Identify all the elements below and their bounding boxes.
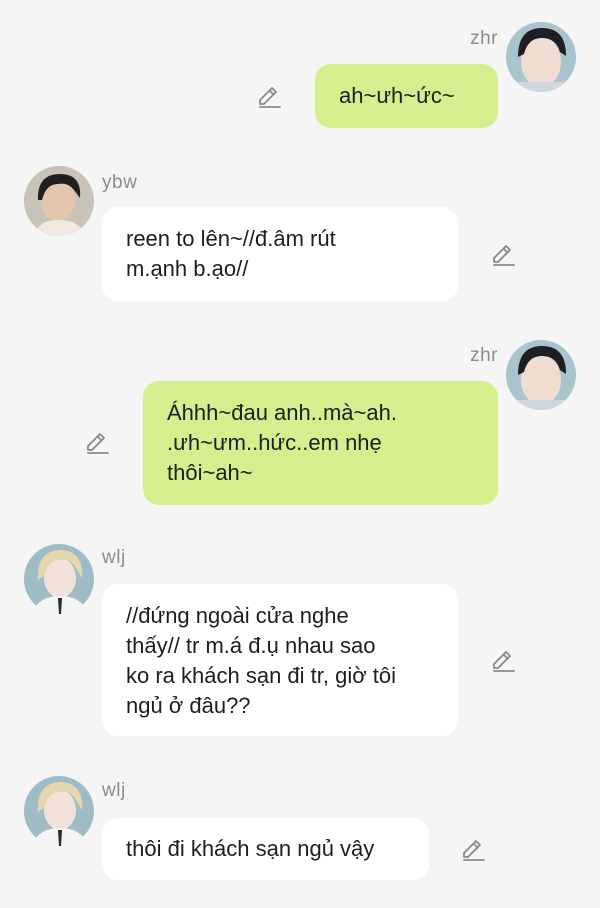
- avatar-wlj[interactable]: [24, 544, 94, 614]
- pencil-edit-icon[interactable]: [490, 647, 518, 675]
- avatar-ybw[interactable]: [24, 166, 94, 236]
- message-bubble-sent[interactable]: Áhhh~đau anh..mà~ah. .ưh~ưm..hức..em nhẹ…: [143, 381, 498, 505]
- pencil-edit-icon[interactable]: [256, 83, 284, 111]
- chat-screen: zhr ah~ưh~ức~ ybw reen to lên~//đ.âm rút…: [0, 0, 600, 908]
- message-line: thôi~ah~: [167, 460, 253, 485]
- avatar-wlj[interactable]: [24, 776, 94, 846]
- message-line: reen to lên~//đ.âm rút: [126, 226, 336, 251]
- sender-name: wlj: [102, 780, 126, 801]
- message-bubble-received[interactable]: //đứng ngoài cửa nghe thấy// tr m.á đ.ụ …: [102, 584, 458, 736]
- avatar-zhr[interactable]: [506, 340, 576, 410]
- message-line: ngủ ở đâu??: [126, 693, 251, 718]
- message-line: ah~ưh~ức~: [339, 83, 455, 108]
- message-bubble-received[interactable]: reen to lên~//đ.âm rút m.ạnh b.ạo//: [102, 207, 458, 301]
- pencil-edit-icon[interactable]: [490, 241, 518, 269]
- message-line: thôi đi khách sạn ngủ vậy: [126, 836, 375, 861]
- message-line: .ưh~ưm..hức..em nhẹ: [167, 430, 382, 455]
- message-bubble-sent[interactable]: ah~ưh~ức~: [315, 64, 498, 128]
- message-line: thấy// tr m.á đ.ụ nhau sao: [126, 633, 376, 658]
- sender-name: wlj: [102, 547, 126, 568]
- message-line: ko ra khách sạn đi tr, giờ tôi: [126, 663, 397, 688]
- message-line: Áhhh~đau anh..mà~ah.: [167, 400, 397, 425]
- pencil-edit-icon[interactable]: [84, 429, 112, 457]
- message-line: //đứng ngoài cửa nghe: [126, 603, 349, 628]
- sender-name: ybw: [102, 172, 138, 193]
- avatar-zhr[interactable]: [506, 22, 576, 92]
- message-bubble-received[interactable]: thôi đi khách sạn ngủ vậy: [102, 818, 429, 880]
- pencil-edit-icon[interactable]: [460, 836, 488, 864]
- sender-name: zhr: [470, 28, 498, 49]
- sender-name: zhr: [470, 345, 498, 366]
- message-line: m.ạnh b.ạo//: [126, 256, 249, 281]
